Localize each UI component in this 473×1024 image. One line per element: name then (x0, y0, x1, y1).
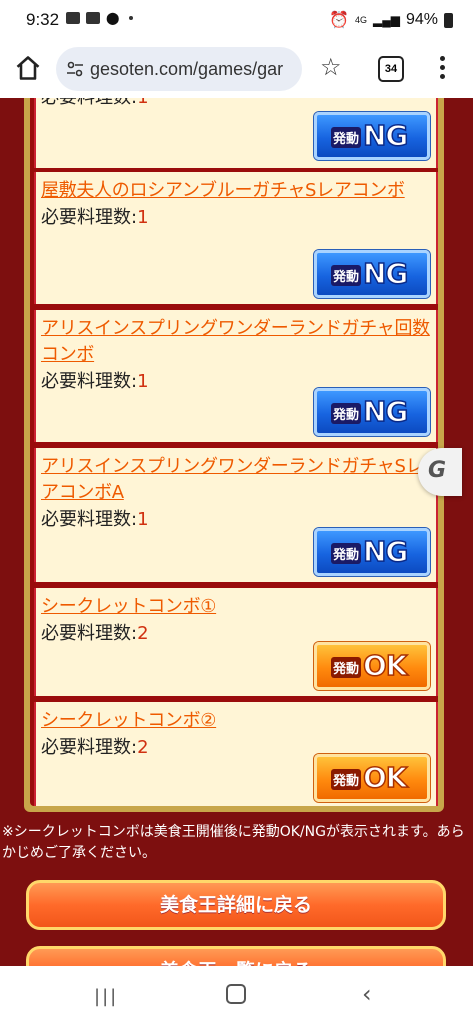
activate-label: 発動 (331, 403, 362, 424)
combo-status-button-ok[interactable]: 発動 OK (314, 754, 430, 802)
combo-title-link[interactable]: シークレットコンボ① (41, 594, 436, 620)
activate-label: 発動 (331, 769, 362, 790)
combo-required-count: 必要料理数:1 (41, 207, 149, 228)
combo-title-link[interactable]: シークレットコンボ② (41, 708, 436, 734)
site-settings-icon[interactable] (66, 60, 84, 78)
back-to-list-button[interactable]: 美食王一覧に戻る (26, 946, 446, 966)
status-time: 9:32 (26, 10, 60, 29)
activate-label: 発動 (331, 657, 362, 678)
combo-title-link[interactable]: アリスインスプリングワンダーランドガチャSレアコンボA (41, 454, 436, 506)
url-text: gesoten.com/games/gar (90, 59, 284, 79)
location-icon: ⬤ (106, 11, 120, 25)
more-menu-icon[interactable] (440, 56, 445, 83)
gesoten-icon: G (428, 458, 447, 483)
combo-status-button-ng[interactable]: 発動 NG (314, 388, 430, 436)
more-notifications-icon (129, 16, 134, 20)
combo-item: シークレットコンボ② 必要料理数:2 発動 OK (34, 702, 438, 806)
page-content: 必要料理数:1 発動 NG 屋敷夫人のロシアンブルーガチャSレアコンボ 必要料理… (0, 98, 473, 966)
bookmark-star-icon[interactable]: ☆ (320, 55, 342, 79)
combo-item: アリスインスプリングワンダーランドガチャ回数コンボ 必要料理数:1 発動 NG (34, 310, 438, 442)
home-icon[interactable] (14, 54, 42, 82)
system-nav-bar: ||| ‹ (0, 966, 473, 1024)
activate-label: 発動 (331, 543, 362, 564)
battery-icon (444, 12, 453, 28)
battery-label: 94% (405, 11, 438, 28)
notification-icons: ⬤ (66, 11, 134, 25)
status-bar: 9:32 ⬤ ⏰ 4G ▂▄▆ 94% (0, 0, 473, 40)
recents-icon[interactable]: ||| (94, 986, 118, 1007)
combo-item: シークレットコンボ① 必要料理数:2 発動 OK (34, 588, 438, 696)
back-icon[interactable]: ‹ (362, 980, 372, 1008)
alarm-icon: ⏰ (329, 12, 349, 29)
activate-label: 発動 (331, 127, 362, 148)
system-icons: ⏰ 4G ▂▄▆ 94% (329, 10, 453, 30)
youtube-icon (86, 12, 100, 24)
browser-toolbar: gesoten.com/games/gar ☆ 34 (0, 40, 473, 98)
combo-title-link[interactable]: 屋敷夫人のロシアンブルーガチャSレアコンボ (41, 178, 436, 204)
gallery-icon (66, 12, 80, 24)
combo-item: アリスインスプリングワンダーランドガチャSレアコンボA 必要料理数:1 発動 N… (34, 448, 438, 582)
status-label: NG (362, 118, 409, 153)
address-bar[interactable]: gesoten.com/games/gar (56, 47, 302, 91)
combo-status-button-ok[interactable]: 発動 OK (314, 642, 430, 690)
combo-item: 必要料理数:1 発動 NG (34, 98, 438, 168)
status-label: NG (362, 534, 409, 569)
network-label: 4G (354, 15, 367, 25)
status-label: NG (362, 394, 409, 429)
back-to-detail-button[interactable]: 美食王詳細に戻る (26, 880, 446, 930)
combo-item: 屋敷夫人のロシアンブルーガチャSレアコンボ 必要料理数:1 発動 NG (34, 172, 438, 304)
status-label: OK (362, 648, 408, 683)
tab-switcher-button[interactable]: 34 (378, 56, 404, 82)
activate-label: 発動 (331, 265, 362, 286)
combo-status-button-ng[interactable]: 発動 NG (314, 528, 430, 576)
status-label: NG (362, 256, 409, 291)
combo-title-link[interactable]: アリスインスプリングワンダーランドガチャ回数コンボ (41, 316, 436, 368)
signal-icon: ▂▄▆ (373, 13, 400, 27)
floating-game-icon[interactable]: G (418, 448, 462, 496)
status-label: OK (362, 760, 408, 795)
combo-status-button-ng[interactable]: 発動 NG (314, 112, 430, 160)
combo-required-count: 必要料理数:1 (41, 98, 436, 110)
combo-status-button-ng[interactable]: 発動 NG (314, 250, 430, 298)
secret-combo-note: ※シークレットコンボは美食王開催後に発動OK/NGが表示されます。あらかじめご了… (2, 824, 465, 861)
home-nav-icon[interactable] (226, 984, 246, 1004)
